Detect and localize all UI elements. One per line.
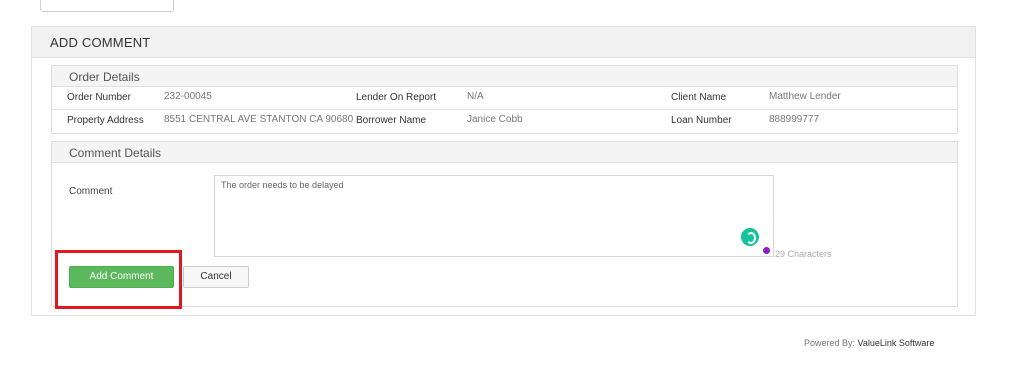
- lender-on-report-label: Lender On Report: [356, 92, 437, 103]
- loan-number-value: 888999777: [769, 114, 820, 125]
- comment-details-section: Comment Details Comment The order needs …: [51, 141, 958, 307]
- cancel-button[interactable]: Cancel: [183, 266, 249, 288]
- order-details-row: Order Number 232-00045 Lender On Report …: [52, 87, 957, 110]
- client-name-value: Matthew Lender: [769, 91, 841, 102]
- borrower-name-label: Borrower Name: [356, 115, 427, 126]
- comment-textarea[interactable]: The order needs to be delayed: [214, 175, 774, 257]
- comment-details-title: Comment Details: [52, 142, 957, 163]
- property-address-value: 8551 CENTRAL AVE STANTON CA 90680: [164, 114, 354, 125]
- property-address-label: Property Address: [67, 115, 144, 126]
- powered-by-footer: Powered By: ValueLink Software: [804, 338, 934, 348]
- top-partial-control: [40, 0, 174, 12]
- grammar-assistant-icon[interactable]: [741, 228, 759, 246]
- panel-title: ADD COMMENT: [32, 27, 975, 58]
- client-name-label: Client Name: [671, 92, 727, 103]
- character-count: 29 Characters: [775, 249, 832, 259]
- loan-number-label: Loan Number: [671, 115, 732, 126]
- powered-by-prefix: Powered By:: [804, 338, 856, 348]
- order-details-row: Property Address 8551 CENTRAL AVE STANTO…: [52, 110, 957, 133]
- highlight-annotation: [55, 250, 182, 309]
- order-details-title: Order Details: [52, 66, 957, 87]
- comment-label: Comment: [69, 186, 113, 197]
- status-dot-icon: [763, 247, 770, 254]
- order-number-value: 232-00045: [164, 91, 212, 102]
- borrower-name-value: Janice Cobb: [467, 114, 523, 125]
- brand-name: ValueLink Software: [857, 338, 935, 348]
- order-number-label: Order Number: [67, 92, 131, 103]
- order-details-section: Order Details Order Number 232-00045 Len…: [51, 65, 958, 134]
- lender-on-report-value: N/A: [467, 91, 484, 102]
